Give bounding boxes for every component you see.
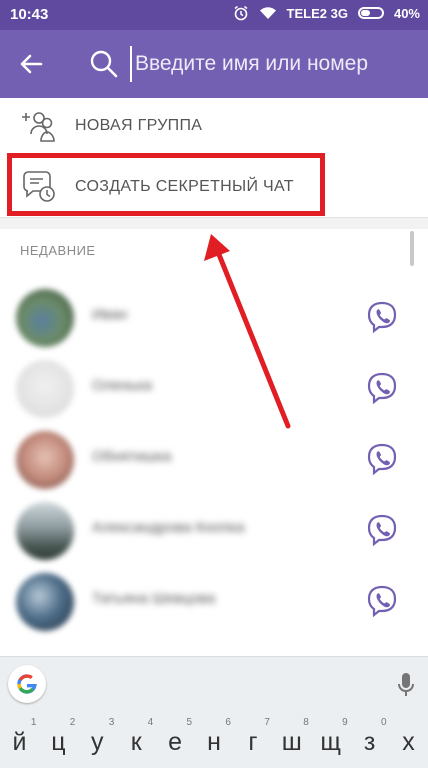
contact-name: Обнятишка: [92, 448, 172, 465]
key[interactable]: 4к: [117, 714, 155, 768]
key[interactable]: х: [390, 714, 428, 768]
app-bar: [0, 30, 428, 98]
contact-row[interactable]: Иван: [0, 281, 428, 353]
avatar: [16, 573, 74, 631]
add-group-icon: [22, 112, 55, 142]
wifi-icon: [259, 7, 276, 19]
avatar: [16, 289, 74, 347]
viber-call-icon[interactable]: [364, 441, 400, 477]
avatar: [16, 502, 74, 560]
contact-row[interactable]: Обнятишка: [0, 423, 428, 495]
key[interactable]: 6н: [195, 714, 233, 768]
viber-call-icon[interactable]: [364, 299, 400, 335]
avatar: [16, 360, 74, 418]
key[interactable]: 9щ: [312, 714, 350, 768]
battery-icon: [357, 7, 384, 19]
highlight-box: [7, 153, 325, 216]
key[interactable]: 5е: [156, 714, 194, 768]
microphone-icon[interactable]: [394, 670, 418, 700]
contact-name: Иван: [92, 306, 128, 323]
keyboard-row: 1й 2ц 3у 4к 5е 6н 7г 8ш 9щ 0з х: [0, 714, 428, 768]
status-right: TELE2 3G 40%: [233, 5, 420, 21]
new-group-row[interactable]: НОВАЯ ГРУППА: [0, 98, 428, 154]
viber-call-icon[interactable]: [364, 583, 400, 619]
key[interactable]: 3у: [78, 714, 116, 768]
contact-name: Оленька: [92, 377, 152, 394]
contact-name: Татьяна Шевцова: [92, 590, 216, 607]
key[interactable]: 2ц: [39, 714, 77, 768]
viber-call-icon[interactable]: [364, 512, 400, 548]
contact-row[interactable]: Татьяна Шевцова: [0, 565, 428, 637]
new-group-label: НОВАЯ ГРУППА: [75, 117, 203, 134]
google-icon: [17, 674, 37, 694]
key[interactable]: 0з: [351, 714, 389, 768]
keyboard-suggestion-bar: [0, 656, 428, 714]
avatar: [16, 431, 74, 489]
key[interactable]: 8ш: [273, 714, 311, 768]
alarm-icon: [234, 5, 248, 21]
recent-title: НЕДАВНИЕ: [20, 243, 96, 258]
contact-row[interactable]: Александрова Кнопка: [0, 494, 428, 566]
section-divider: [0, 217, 428, 229]
contact-row[interactable]: Оленька: [0, 352, 428, 424]
search-icon: [90, 50, 118, 78]
status-bar: 10:43 TELE2 3G 40%: [0, 0, 428, 30]
carrier-label: TELE2 3G: [286, 5, 348, 21]
key[interactable]: 1й: [0, 714, 38, 768]
battery-percent: 40%: [393, 5, 420, 21]
viber-call-icon[interactable]: [364, 370, 400, 406]
back-arrow-icon[interactable]: [14, 47, 48, 81]
key[interactable]: 7г: [234, 714, 272, 768]
text-cursor: [130, 46, 132, 82]
status-time: 10:43: [10, 6, 49, 23]
search-input[interactable]: [135, 47, 415, 81]
google-button[interactable]: [8, 665, 46, 703]
contact-name: Александрова Кнопка: [92, 519, 245, 536]
scrollbar[interactable]: [410, 231, 414, 266]
